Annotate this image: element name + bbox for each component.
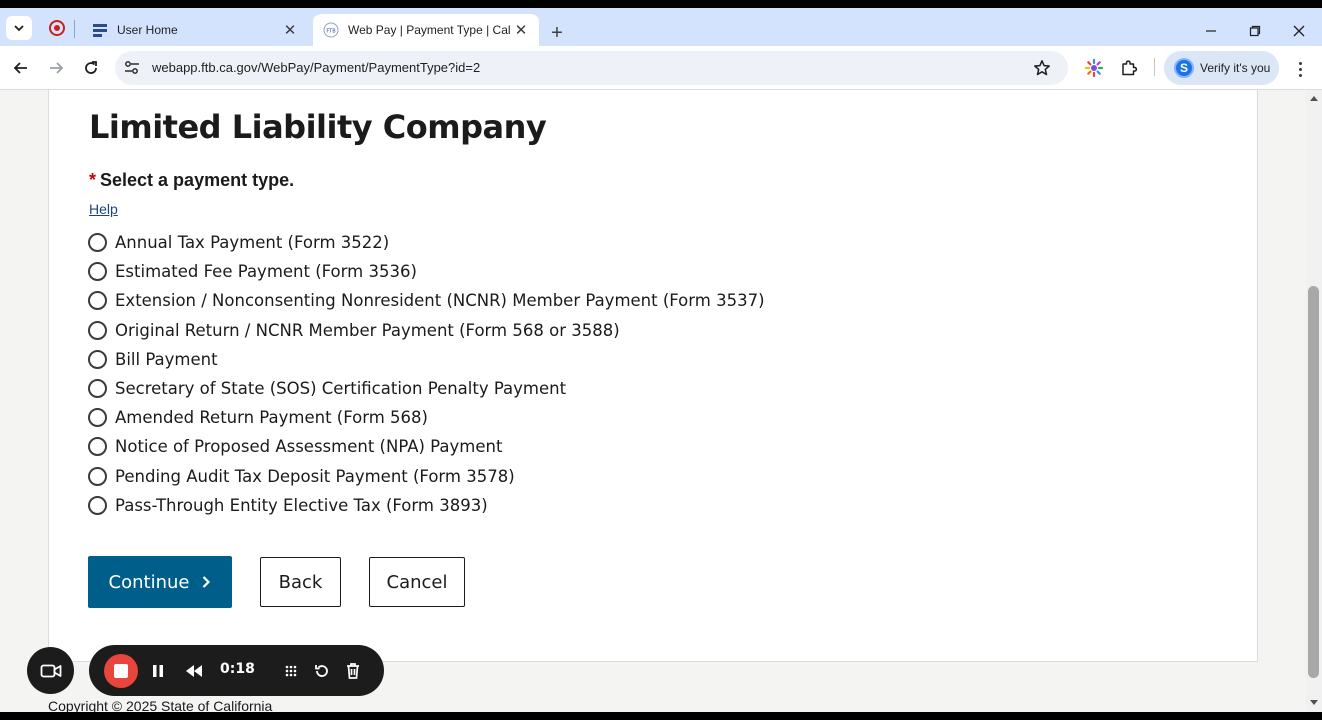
radio-button[interactable] bbox=[88, 466, 107, 486]
payment-option-pass-through[interactable]: Pass-Through Entity Elective Tax (Form 3… bbox=[88, 491, 765, 520]
option-label[interactable]: Secretary of State (SOS) Certification P… bbox=[115, 379, 566, 398]
puzzle-extensions-icon[interactable] bbox=[1119, 58, 1139, 78]
back-label: Back bbox=[278, 571, 323, 593]
radio-button[interactable] bbox=[88, 379, 107, 399]
option-label[interactable]: Original Return / NCNR Member Payment (F… bbox=[115, 321, 620, 340]
option-label[interactable]: Estimated Fee Payment (Form 3536) bbox=[115, 262, 417, 281]
payment-option-sos-penalty[interactable]: Secretary of State (SOS) Certification P… bbox=[88, 374, 765, 403]
payment-option-npa[interactable]: Notice of Proposed Assessment (NPA) Paym… bbox=[88, 432, 765, 461]
payment-option-amended-return[interactable]: Amended Return Payment (Form 568) bbox=[88, 403, 765, 432]
address-bar[interactable]: webapp.ftb.ca.gov/WebPay/Payment/Payment… bbox=[115, 51, 1068, 85]
tab-bar: User Home ✕ FTB Web Pay | Payment Type |… bbox=[0, 8, 1322, 46]
payment-option-original-return[interactable]: Original Return / NCNR Member Payment (F… bbox=[88, 316, 765, 345]
payment-type-radio-group: Annual Tax Payment (Form 3522) Estimated… bbox=[88, 228, 765, 520]
restart-icon[interactable] bbox=[312, 660, 332, 682]
camera-toggle-button[interactable] bbox=[27, 647, 74, 694]
copyright-footer: Copyright © 2025 State of California bbox=[48, 698, 273, 712]
radio-button[interactable] bbox=[88, 437, 107, 457]
cancel-label: Cancel bbox=[386, 571, 448, 593]
radio-button[interactable] bbox=[88, 408, 107, 428]
tab-search-button[interactable] bbox=[6, 16, 32, 40]
trash-icon[interactable] bbox=[343, 660, 363, 682]
option-label[interactable]: Extension / Nonconsenting Nonresident (N… bbox=[115, 291, 765, 310]
restore-icon[interactable] bbox=[1244, 20, 1266, 42]
radio-button[interactable] bbox=[88, 291, 107, 311]
more-menu-icon[interactable] bbox=[1290, 58, 1310, 80]
tab-title: Web Pay | Payment Type | Califo bbox=[348, 23, 511, 37]
continue-label: Continue bbox=[108, 571, 190, 593]
page-viewport: Limited Liability Company * Select a paym… bbox=[0, 90, 1306, 712]
scroll-up-arrow-icon[interactable] bbox=[1310, 96, 1318, 101]
bookmark-star-icon[interactable] bbox=[1033, 59, 1051, 77]
option-label[interactable]: Annual Tax Payment (Form 3522) bbox=[115, 233, 389, 252]
toolbar-separator bbox=[1154, 58, 1155, 76]
svg-text:FTB: FTB bbox=[326, 29, 336, 35]
back-arrow-icon[interactable] bbox=[9, 56, 33, 80]
payment-option-estimated-fee[interactable]: Estimated Fee Payment (Form 3536) bbox=[88, 257, 765, 286]
reload-icon[interactable] bbox=[79, 56, 103, 80]
profile-avatar-icon: S bbox=[1174, 58, 1194, 78]
payment-option-pending-audit[interactable]: Pending Audit Tax Deposit Payment (Form … bbox=[88, 462, 765, 491]
payment-type-label-text: Select a payment type. bbox=[100, 170, 295, 190]
chevron-right-icon bbox=[203, 576, 211, 588]
top-black-strip bbox=[0, 0, 1322, 8]
option-label[interactable]: Bill Payment bbox=[115, 350, 218, 369]
payment-type-label: * Select a payment type. bbox=[89, 170, 294, 191]
recording-controls: 0:18 bbox=[89, 645, 384, 696]
option-label[interactable]: Pass-Through Entity Elective Tax (Form 3… bbox=[115, 496, 488, 515]
page-scrollbar[interactable] bbox=[1306, 90, 1322, 712]
tab-web-pay[interactable]: FTB Web Pay | Payment Type | Califo ✕ bbox=[313, 14, 539, 46]
option-label[interactable]: Notice of Proposed Assessment (NPA) Paym… bbox=[115, 437, 502, 456]
window-close-icon[interactable] bbox=[1288, 20, 1310, 42]
recording-timer: 0:18 bbox=[220, 661, 255, 677]
payment-option-annual-tax[interactable]: Annual Tax Payment (Form 3522) bbox=[88, 228, 765, 257]
app-favicon-icon bbox=[93, 24, 107, 37]
radio-button[interactable] bbox=[88, 320, 107, 340]
site-settings-icon[interactable] bbox=[123, 60, 141, 76]
scroll-thumb[interactable] bbox=[1308, 286, 1319, 678]
chevron-down-icon bbox=[14, 25, 24, 32]
rewind-icon[interactable] bbox=[183, 660, 205, 682]
help-link[interactable]: Help bbox=[89, 201, 118, 217]
close-icon[interactable]: ✕ bbox=[280, 20, 300, 40]
back-button[interactable]: Back bbox=[260, 557, 341, 607]
payment-option-bill[interactable]: Bill Payment bbox=[88, 345, 765, 374]
tab-user-home[interactable]: User Home ✕ bbox=[82, 14, 308, 46]
radio-button[interactable] bbox=[88, 262, 107, 282]
drag-handle-icon[interactable] bbox=[281, 660, 301, 682]
option-label[interactable]: Pending Audit Tax Deposit Payment (Form … bbox=[115, 467, 515, 486]
radio-button[interactable] bbox=[88, 349, 107, 369]
recording-tab-icon[interactable] bbox=[49, 20, 65, 36]
page-title: Limited Liability Company bbox=[89, 108, 547, 146]
bottom-black-strip bbox=[0, 712, 1322, 720]
minimize-icon[interactable] bbox=[1200, 20, 1222, 42]
url-text: webapp.ftb.ca.gov/WebPay/Payment/Payment… bbox=[152, 60, 481, 75]
cancel-button[interactable]: Cancel bbox=[369, 557, 465, 607]
close-icon[interactable]: ✕ bbox=[511, 20, 531, 40]
scroll-down-arrow-icon[interactable] bbox=[1310, 700, 1318, 705]
payment-type-card: Limited Liability Company * Select a paym… bbox=[48, 90, 1258, 662]
radio-button[interactable] bbox=[88, 495, 107, 515]
extension-color-icon[interactable] bbox=[1084, 58, 1104, 78]
new-tab-button[interactable]: + bbox=[547, 23, 567, 44]
verify-label: Verify it's you bbox=[1200, 61, 1271, 75]
pause-icon[interactable] bbox=[149, 660, 167, 682]
option-label[interactable]: Amended Return Payment (Form 568) bbox=[115, 408, 428, 427]
required-marker: * bbox=[89, 170, 97, 190]
tab-separator bbox=[74, 20, 75, 38]
radio-button[interactable] bbox=[88, 233, 107, 253]
browser-toolbar: webapp.ftb.ca.gov/WebPay/Payment/Payment… bbox=[0, 46, 1322, 90]
forward-arrow-icon[interactable] bbox=[44, 56, 68, 80]
verify-identity-button[interactable]: S Verify it's you bbox=[1164, 51, 1279, 85]
stop-recording-button[interactable] bbox=[104, 654, 138, 688]
video-camera-icon bbox=[40, 664, 61, 677]
ftb-favicon-icon: FTB bbox=[323, 22, 339, 38]
continue-button[interactable]: Continue bbox=[88, 556, 232, 608]
payment-option-extension-ncnr[interactable]: Extension / Nonconsenting Nonresident (N… bbox=[88, 286, 765, 315]
tab-title: User Home bbox=[117, 23, 178, 37]
